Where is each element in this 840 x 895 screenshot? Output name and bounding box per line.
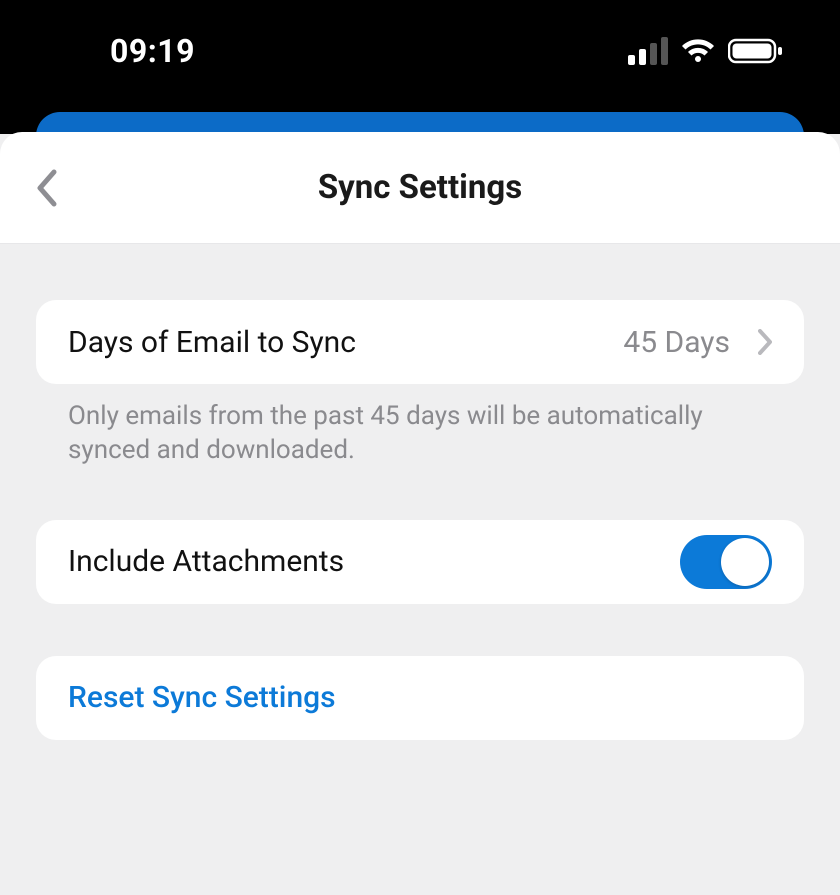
wifi-icon: [680, 37, 716, 65]
days-to-sync-row[interactable]: Days of Email to Sync 45 Days: [68, 300, 772, 384]
battery-icon: [728, 37, 784, 65]
chevron-right-icon: [758, 329, 772, 355]
reset-sync-row[interactable]: Reset Sync Settings: [68, 656, 772, 740]
include-attachments-row: Include Attachments: [68, 520, 772, 604]
status-bar: 09:19: [0, 0, 840, 70]
reset-sync-label: Reset Sync Settings: [68, 680, 336, 715]
include-attachments-label: Include Attachments: [68, 544, 664, 579]
days-to-sync-description: Only emails from the past 45 days will b…: [68, 400, 772, 468]
reset-sync-card: Reset Sync Settings: [36, 656, 804, 740]
days-to-sync-card: Days of Email to Sync 45 Days: [36, 300, 804, 384]
cell-signal-icon: [628, 37, 668, 65]
days-to-sync-label: Days of Email to Sync: [68, 325, 607, 360]
status-icons: [628, 37, 784, 65]
include-attachments-card: Include Attachments: [36, 520, 804, 604]
settings-content: Days of Email to Sync 45 Days Only email…: [0, 244, 840, 895]
back-button[interactable]: [36, 166, 80, 210]
toggle-knob: [721, 538, 769, 586]
navigation-header: Sync Settings: [0, 132, 840, 244]
status-time: 09:19: [56, 32, 195, 70]
page-title: Sync Settings: [0, 168, 840, 207]
status-bar-area: 09:19: [0, 0, 840, 134]
include-attachments-toggle[interactable]: [680, 535, 772, 589]
days-to-sync-value: 45 Days: [623, 325, 730, 360]
chevron-left-icon: [36, 168, 58, 208]
